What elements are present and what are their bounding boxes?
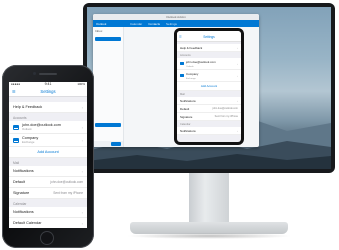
account-row[interactable]: Company Exchange › [9,134,87,147]
calendar-notifications-label: Notifications [13,210,34,214]
desktop-wallpaper: Outlook Add-in Outlook Calendar Contacts… [87,7,331,169]
account-type: Outlook [22,127,32,131]
signature-value: Sent from my iPhone [53,191,83,195]
home-button[interactable] [40,231,54,245]
mail-icon [13,137,19,143]
desktop-monitor: Outlook Add-in Outlook Calendar Contacts… [83,3,335,173]
speaker-grille [39,73,57,75]
menu-icon[interactable]: ☰ [179,34,182,41]
notifications-row[interactable]: Notifications › [9,166,87,177]
account-row[interactable]: john.doe@outlook.com Outlook › [9,121,87,134]
message-item[interactable] [95,123,121,127]
phone-simulator: ☰ Settings Help & Feedback › Accounts jo… [174,28,244,145]
iphone-device: ●●●●● 9:41 100% ☰ Settings Help & Feedba… [2,65,94,248]
notifications-label: Notifications [13,169,34,173]
signature-row[interactable]: Signature Sent from my iPhone [9,188,87,199]
default-label: Default [13,180,26,184]
app-window[interactable]: Outlook Add-in Outlook Calendar Contacts… [93,14,259,147]
sim-cal-notifications-row[interactable]: Notifications › [177,127,241,135]
sim-notifications-row[interactable]: Notifications › [177,97,241,105]
camera-icon [33,72,36,75]
mail-icon [180,74,184,77]
message-item[interactable] [95,37,121,41]
sidebar-footer [93,141,123,147]
page-title: Settings [40,89,56,94]
default-calendar-row[interactable]: Default Calendar › [9,218,87,228]
sidebar-header: Inbox [95,29,103,33]
chevron-right-icon: › [237,128,238,133]
chevron-right-icon: › [237,61,238,66]
sim-nav-bar: ☰ Settings [177,34,241,42]
phone-screen: ●●●●● 9:41 100% ☰ Settings Help & Feedba… [9,82,87,228]
simulator-screen: ☰ Settings Help & Feedback › Accounts jo… [177,31,241,142]
sim-add-account-button[interactable]: Add Account [177,82,241,91]
calendar-section-header: Calendar [13,202,27,206]
calendar-notifications-row[interactable]: Notifications › [9,207,87,218]
default-calendar-label: Default Calendar [13,221,42,225]
accounts-section-header: Accounts [13,116,27,120]
send-button[interactable] [111,142,121,146]
sim-account-row[interactable]: john.doe@outlook.com Outlook › [177,58,241,70]
window-sidebar: Inbox [93,27,124,147]
default-account-row[interactable]: Default john.doe@outlook.com [9,177,87,188]
chevron-right-icon: › [81,137,83,143]
default-value: john.doe@outlook.com [50,180,83,184]
chevron-right-icon: › [237,73,238,78]
status-time: 9:41 [44,82,52,86]
chevron-right-icon: › [237,45,238,50]
window-topbar: Outlook Calendar Contacts Settings [93,20,259,27]
chevron-right-icon: › [237,98,238,103]
chevron-right-icon: › [81,168,83,174]
add-account-button[interactable]: Add Account [9,147,87,158]
help-feedback-row[interactable]: Help & Feedback › [9,102,87,113]
sim-signature-row[interactable]: Signature Sent from my iPhone [177,113,241,121]
chevron-right-icon: › [81,124,83,130]
window-brand[interactable]: Outlook [96,22,124,26]
tab-calendar[interactable]: Calendar [130,22,142,26]
mail-section-header: Mail [13,161,20,165]
tab-settings[interactable]: Settings [166,22,177,26]
signature-label: Signature [13,191,30,195]
account-type: Exchange [22,140,35,144]
help-feedback-label: Help & Feedback [13,105,43,109]
chevron-right-icon: › [81,220,83,226]
monitor-stand-neck [189,173,229,225]
stand-shadow [126,233,292,239]
sim-help-row[interactable]: Help & Feedback › [177,44,241,52]
mail-icon [180,62,184,65]
chevron-right-icon: › [81,209,83,215]
tab-contacts[interactable]: Contacts [148,22,160,26]
sim-default-row[interactable]: Default john.doe@outlook.com [177,105,241,113]
sim-title: Settings [203,35,215,39]
nav-bar: ☰ Settings [9,87,87,97]
mail-icon [13,124,19,130]
menu-icon[interactable]: ☰ [12,87,16,96]
chevron-right-icon: › [81,104,83,110]
sim-account-row[interactable]: Company Exchange › [177,70,241,82]
